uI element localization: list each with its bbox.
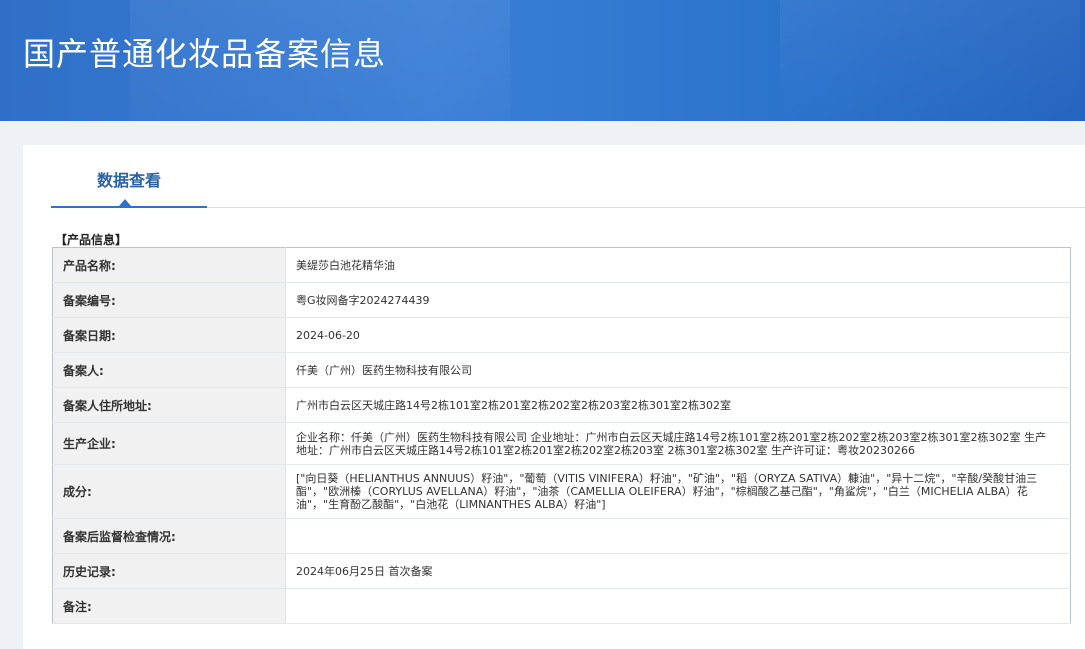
table-row: 备案后监督检查情况: [52,518,1071,554]
row-value-registration-number: 粤G妆网备字2024274439 [285,282,1071,318]
row-value-product-name: 美缇莎白池花精华油 [285,247,1071,283]
row-value-post-registration-inspection [285,518,1071,554]
row-value-ingredients: ["向日葵（HELIANTHUS ANNUUS）籽油"，"葡萄（VITIS VI… [285,464,1071,519]
active-tab-indicator [51,206,207,208]
row-value-registrant-address: 广州市白云区天城庄路14号2栋101室2栋201室2栋202室2栋203室2栋3… [285,387,1071,423]
row-value-registrant: 仟美（广州）医药生物科技有限公司 [285,352,1071,388]
table-row: 备案人住所地址: 广州市白云区天城庄路14号2栋101室2栋201室2栋202室… [52,387,1071,423]
banner-decoration [780,0,1080,121]
row-label-post-registration-inspection: 备案后监督检查情况: [52,518,286,554]
table-row: 成分: ["向日葵（HELIANTHUS ANNUUS）籽油"，"葡萄（VITI… [52,464,1071,519]
header-banner: 国产普通化妆品备案信息 [0,0,1085,121]
table-row: 备案人: 仟美（广州）医药生物科技有限公司 [52,352,1071,388]
page-title: 国产普通化妆品备案信息 [23,35,387,73]
row-label-registration-date: 备案日期: [52,317,286,353]
tab-label: 数据查看 [96,171,161,190]
table-row: 备注: [52,588,1071,624]
content-panel: 数据查看 【产品信息】 产品名称: 美缇莎白池花精华油 备案编号: 粤G妆网备字… [23,145,1085,649]
product-info-table: 产品名称: 美缇莎白池花精华油 备案编号: 粤G妆网备字2024274439 备… [52,247,1071,624]
row-label-registration-number: 备案编号: [52,282,286,318]
row-label-registrant: 备案人: [52,352,286,388]
table-row: 备案编号: 粤G妆网备字2024274439 [52,282,1071,318]
table-row: 备案日期: 2024-06-20 [52,317,1071,353]
table-row: 生产企业: 企业名称：仟美（广州）医药生物科技有限公司 企业地址：广州市白云区天… [52,422,1071,465]
row-label-manufacturer: 生产企业: [52,422,286,465]
row-value-history: 2024年06月25日 首次备案 [285,553,1071,589]
row-label-product-name: 产品名称: [52,247,286,283]
caret-up-icon [119,199,131,206]
row-value-remarks [285,588,1071,624]
row-label-registrant-address: 备案人住所地址: [52,387,286,423]
table-row: 历史记录: 2024年06月25日 首次备案 [52,553,1071,589]
row-value-manufacturer: 企业名称：仟美（广州）医药生物科技有限公司 企业地址：广州市白云区天城庄路14号… [285,422,1071,465]
row-value-registration-date: 2024-06-20 [285,317,1071,353]
section-title: 【产品信息】 [55,233,128,247]
table-row: 产品名称: 美缇莎白池花精华油 [52,247,1071,283]
row-label-remarks: 备注: [52,588,286,624]
row-label-ingredients: 成分: [52,464,286,519]
row-label-history: 历史记录: [52,553,286,589]
